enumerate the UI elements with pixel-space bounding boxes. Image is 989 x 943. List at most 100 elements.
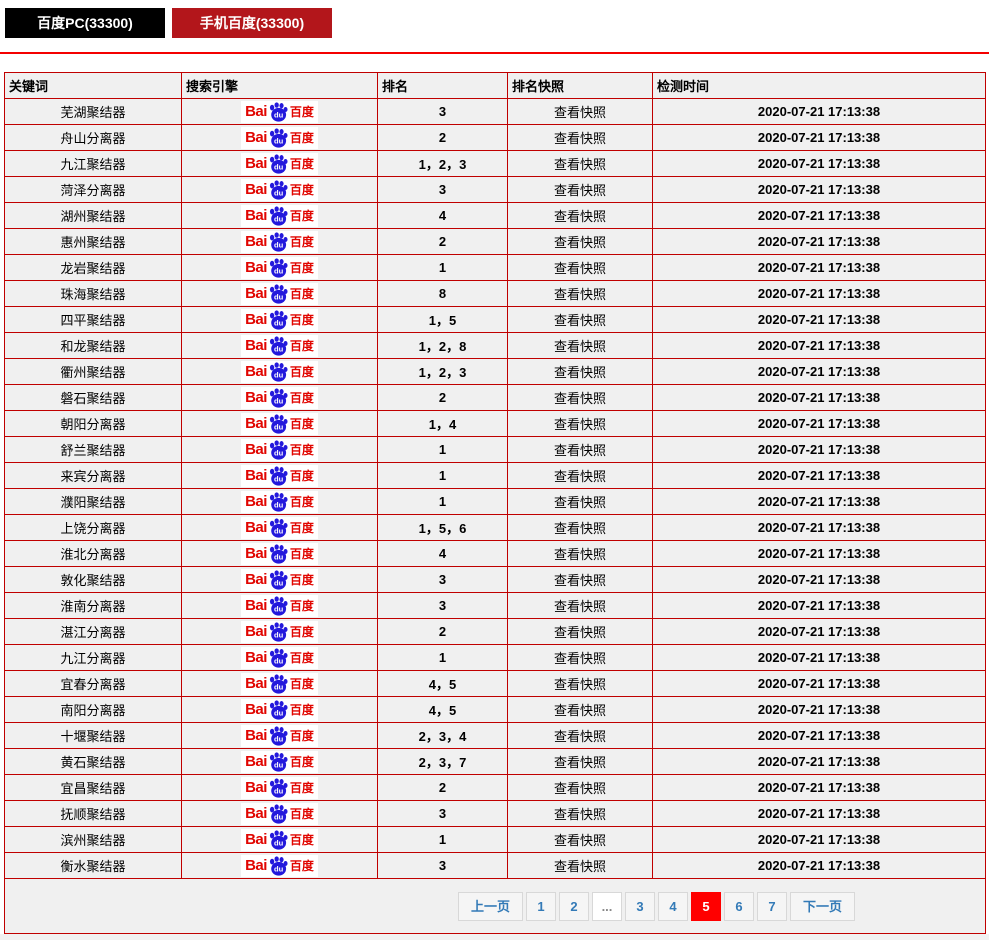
rank-cell: 4 <box>377 202 508 229</box>
view-snapshot-link[interactable]: 查看快照 <box>554 547 606 562</box>
rank-cell: 3 <box>377 98 508 125</box>
snapshot-cell: 查看快照 <box>507 306 653 333</box>
search-engine-cell: Bai du 百度 <box>181 436 378 463</box>
baidu-logo: Bai du 百度 <box>241 750 318 773</box>
rank-cell: 1 <box>377 826 508 853</box>
view-snapshot-link[interactable]: 查看快照 <box>554 235 606 250</box>
baidu-logo: Bai du 百度 <box>241 178 318 201</box>
snapshot-cell: 查看快照 <box>507 280 653 307</box>
table-row: 南阳分离器 Bai du 百度 4，5 查看快照 2020-07-21 17:1… <box>4 696 986 723</box>
view-snapshot-link[interactable]: 查看快照 <box>554 417 606 432</box>
snapshot-cell: 查看快照 <box>507 644 653 671</box>
detect-time-cell: 2020-07-21 17:13:38 <box>652 280 986 307</box>
svg-text:du: du <box>274 526 284 535</box>
baidu-logo-cn-text: 百度 <box>289 703 314 717</box>
detect-time-cell: 2020-07-21 17:13:38 <box>652 722 986 749</box>
detect-time-cell: 2020-07-21 17:13:38 <box>652 358 986 385</box>
view-snapshot-link[interactable]: 查看快照 <box>554 105 606 120</box>
view-snapshot-link[interactable]: 查看快照 <box>554 209 606 224</box>
baidu-logo: Bai du 百度 <box>241 542 318 565</box>
view-snapshot-link[interactable]: 查看快照 <box>554 443 606 458</box>
pagination-prev-button[interactable]: 上一页 <box>457 891 523 921</box>
pagination-page-5-button[interactable]: 5 <box>690 891 721 921</box>
svg-text:du: du <box>274 370 284 379</box>
table-row: 舟山分离器 Bai du 百度 2 查看快照 2020-07-21 17:13:… <box>4 124 986 151</box>
baidu-logo-cn-text: 百度 <box>289 287 314 301</box>
view-snapshot-link[interactable]: 查看快照 <box>554 391 606 406</box>
view-snapshot-link[interactable]: 查看快照 <box>554 157 606 172</box>
view-snapshot-link[interactable]: 查看快照 <box>554 703 606 718</box>
view-snapshot-link[interactable]: 查看快照 <box>554 287 606 302</box>
keyword-cell: 衡水聚结器 <box>4 852 182 879</box>
view-snapshot-link[interactable]: 查看快照 <box>554 755 606 770</box>
view-snapshot-link[interactable]: 查看快照 <box>554 625 606 640</box>
view-snapshot-link[interactable]: 查看快照 <box>554 261 606 276</box>
table-header-row: 关键词 搜索引擎 排名 排名快照 检测时间 <box>4 72 986 99</box>
pagination-ellipsis: ... <box>591 891 622 921</box>
baidu-logo: Bai du 百度 <box>241 308 318 331</box>
svg-text:du: du <box>274 786 284 795</box>
pagination-row: 上一页 1 2... 3 4 5 6 7 下一页 <box>4 878 986 934</box>
view-snapshot-link[interactable]: 查看快照 <box>554 729 606 744</box>
table-row: 淮南分离器 Bai du 百度 3 查看快照 2020-07-21 17:13:… <box>4 592 986 619</box>
baidu-logo-cn-text: 百度 <box>289 183 314 197</box>
baidu-logo-cn-text: 百度 <box>289 651 314 665</box>
table-row: 磐石聚结器 Bai du 百度 2 查看快照 2020-07-21 17:13:… <box>4 384 986 411</box>
baidu-logo-bai-text: Bai <box>245 285 267 302</box>
snapshot-cell: 查看快照 <box>507 384 653 411</box>
view-snapshot-link[interactable]: 查看快照 <box>554 495 606 510</box>
baidu-logo-bai-text: Bai <box>245 389 267 406</box>
svg-text:du: du <box>274 396 284 405</box>
baidu-logo: Bai du 百度 <box>241 854 318 877</box>
tab-mobile-baidu[interactable]: 手机百度(33300) <box>172 8 332 38</box>
pagination-next-button[interactable]: 下一页 <box>789 891 855 921</box>
baidu-paw-icon: du <box>269 127 288 148</box>
search-engine-cell: Bai du 百度 <box>181 566 378 593</box>
view-snapshot-link[interactable]: 查看快照 <box>554 521 606 536</box>
view-snapshot-link[interactable]: 查看快照 <box>554 859 606 874</box>
pagination-page-3-button[interactable]: 3 <box>624 891 655 921</box>
snapshot-cell: 查看快照 <box>507 566 653 593</box>
view-snapshot-link[interactable]: 查看快照 <box>554 651 606 666</box>
pagination-page-2-button[interactable]: 2 <box>558 891 589 921</box>
baidu-paw-icon: du <box>269 101 288 122</box>
pagination-page-7-button[interactable]: 7 <box>756 891 787 921</box>
tab-baidu-pc[interactable]: 百度PC(33300) <box>5 8 165 38</box>
snapshot-cell: 查看快照 <box>507 696 653 723</box>
detect-time-cell: 2020-07-21 17:13:38 <box>652 670 986 697</box>
pagination-page-4-button[interactable]: 4 <box>657 891 688 921</box>
keyword-cell: 磐石聚结器 <box>4 384 182 411</box>
pagination-page-6-button[interactable]: 6 <box>723 891 754 921</box>
snapshot-cell: 查看快照 <box>507 358 653 385</box>
baidu-paw-icon: du <box>269 751 288 772</box>
view-snapshot-link[interactable]: 查看快照 <box>554 573 606 588</box>
baidu-logo: Bai du 百度 <box>241 776 318 799</box>
view-snapshot-link[interactable]: 查看快照 <box>554 677 606 692</box>
view-snapshot-link[interactable]: 查看快照 <box>554 313 606 328</box>
rank-cell: 2 <box>377 228 508 255</box>
rank-cell: 3 <box>377 800 508 827</box>
baidu-paw-icon: du <box>269 855 288 876</box>
view-snapshot-link[interactable]: 查看快照 <box>554 781 606 796</box>
baidu-logo: Bai du 百度 <box>241 282 318 305</box>
view-snapshot-link[interactable]: 查看快照 <box>554 183 606 198</box>
svg-text:du: du <box>274 240 284 249</box>
baidu-paw-icon: du <box>269 491 288 512</box>
baidu-logo-bai-text: Bai <box>245 493 267 510</box>
pagination-page-1-button[interactable]: 1 <box>525 891 556 921</box>
view-snapshot-link[interactable]: 查看快照 <box>554 339 606 354</box>
baidu-logo-cn-text: 百度 <box>289 235 314 249</box>
view-snapshot-link[interactable]: 查看快照 <box>554 469 606 484</box>
view-snapshot-link[interactable]: 查看快照 <box>554 131 606 146</box>
view-snapshot-link[interactable]: 查看快照 <box>554 599 606 614</box>
svg-text:du: du <box>274 552 284 561</box>
rank-cell: 1 <box>377 644 508 671</box>
view-snapshot-link[interactable]: 查看快照 <box>554 365 606 380</box>
detect-time-cell: 2020-07-21 17:13:38 <box>652 176 986 203</box>
keyword-cell: 九江聚结器 <box>4 150 182 177</box>
view-snapshot-link[interactable]: 查看快照 <box>554 833 606 848</box>
svg-text:du: du <box>274 812 284 821</box>
view-snapshot-link[interactable]: 查看快照 <box>554 807 606 822</box>
detect-time-cell: 2020-07-21 17:13:38 <box>652 618 986 645</box>
table-row: 滨州聚结器 Bai du 百度 1 查看快照 2020-07-21 17:13:… <box>4 826 986 853</box>
